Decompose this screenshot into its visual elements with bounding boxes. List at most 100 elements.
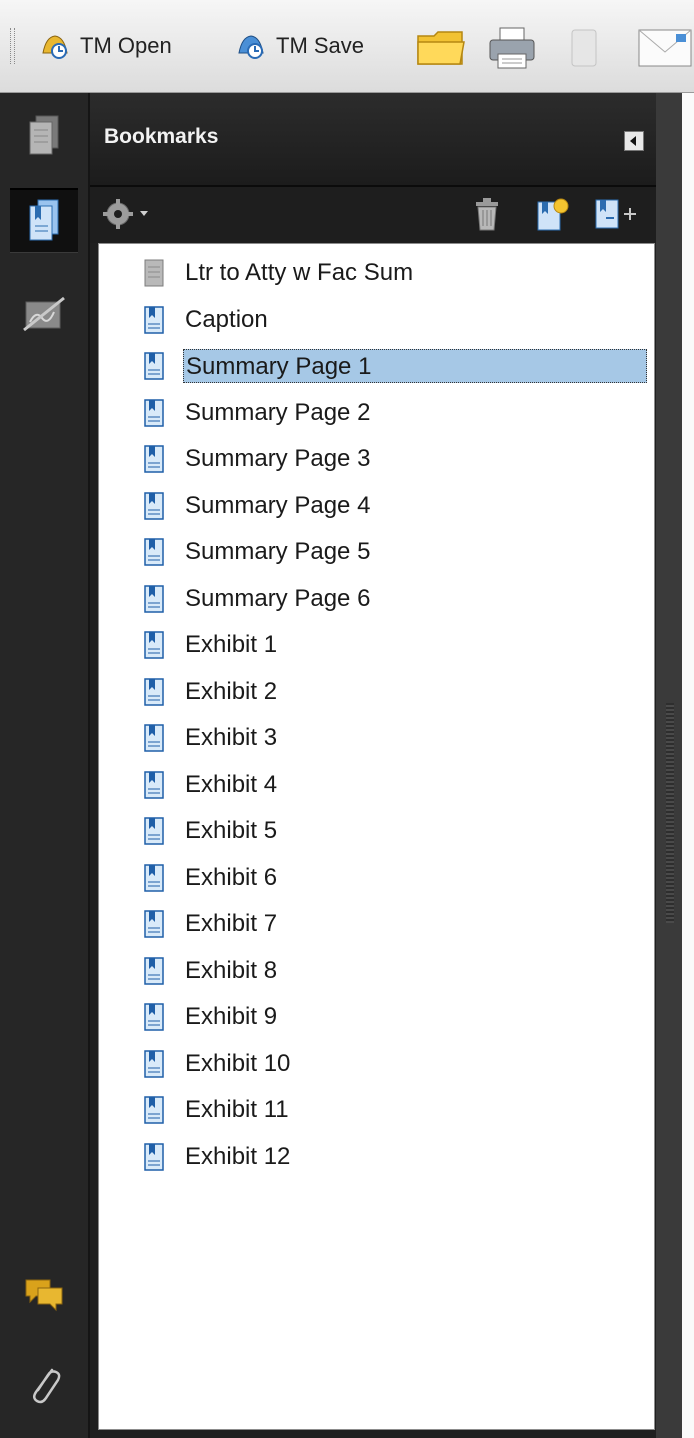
bookmark-item[interactable]: Exhibit 9 [99,994,654,1040]
tm-open-button[interactable]: TM Open [40,26,172,66]
bookmark-item[interactable]: Caption [99,297,654,343]
bookmark-label: Exhibit 5 [185,817,278,844]
open-folder-icon[interactable] [416,26,466,70]
bookmark-icon [144,1142,164,1171]
bookmark-tree[interactable]: Ltr to Atty w Fac Sum Caption Summary Page… [98,243,655,1430]
comments-button[interactable] [10,1263,78,1325]
bookmark-icon [144,491,164,520]
new-bookmark-button[interactable] [534,195,570,233]
toolbar-grip[interactable] [10,28,15,64]
panel-splitter[interactable] [666,703,674,923]
disabled-tool-icon[interactable] [566,26,602,70]
bookmark-icon [144,863,164,892]
document-view[interactable] [656,93,694,1438]
bookmarks-tab-button[interactable] [10,188,78,253]
bookmark-label: Exhibit 6 [185,863,278,891]
options-menu-button[interactable] [102,195,152,233]
bookmark-label: Exhibit 3 [185,724,278,751]
bookmark-icon [144,445,164,473]
bookmark-item[interactable]: Exhibit 12 [99,1134,654,1180]
bookmark-item[interactable]: Summary Page 1 [99,343,654,389]
bookmark-label: Ltr to Atty w Fac Sum [185,259,414,286]
tm-open-icon [42,35,68,59]
bookmark-label: Exhibit 7 [185,910,278,937]
print-icon[interactable] [486,26,538,70]
bookmark-icon [144,538,164,566]
bookmark-label: Caption [185,305,268,333]
bookmark-icon [144,1049,164,1078]
bookmark-item[interactable]: Summary Page 6 [99,576,654,622]
bookmark-item[interactable]: Ltr to Atty w Fac Sum [99,250,654,296]
bookmark-item[interactable]: Exhibit 5 [99,808,654,854]
page-thumbnails-icon [29,115,59,155]
bookmark-item[interactable]: Exhibit 2 [99,669,654,715]
bookmark-icon [144,956,164,985]
page-gray-icon [144,259,164,287]
tm-save-icon [238,35,264,59]
page-thumbnails-button[interactable] [10,105,78,167]
bookmark-item[interactable]: Summary Page 2 [99,390,654,436]
bookmark-label: Exhibit 9 [185,1003,278,1030]
paperclip-icon [33,1368,61,1404]
panel-header: Bookmarks [90,93,656,187]
bookmark-icon [144,1096,164,1124]
bookmark-item[interactable]: Exhibit 7 [99,901,654,947]
signature-icon [23,296,65,332]
bookmark-label: Summary Page 4 [185,491,371,519]
bookmark-label: Summary Page 1 [183,349,647,383]
main-toolbar: TM Open TM Save [0,0,694,93]
bookmarks-panel: Bookmarks Ltr to Atty w Fac Sum Caption … [90,93,656,1438]
bookmark-item[interactable]: Summary Page 5 [99,529,654,575]
bookmark-icon [144,817,164,845]
bookmark-icon [144,584,164,613]
bookmark-icon [144,677,164,706]
bookmark-item[interactable]: Exhibit 8 [99,948,654,994]
bookmark-label: Summary Page 6 [185,584,371,612]
bookmark-icon [144,398,164,427]
bookmark-icon [144,724,164,752]
bookmark-label: Summary Page 5 [185,538,371,565]
bookmark-label: Summary Page 2 [185,398,371,426]
trash-icon [476,198,498,231]
bookmark-label: Exhibit 2 [185,677,278,705]
tm-open-label: TM Open [80,33,172,58]
bookmarks-icon [29,199,59,241]
bookmark-label: Exhibit 8 [185,956,278,984]
bookmark-item[interactable]: Summary Page 4 [99,483,654,529]
bookmark-icon [144,770,164,799]
bookmarks-toolbar [90,187,656,243]
bookmark-label: Exhibit 12 [185,1142,291,1170]
bookmark-label: Exhibit 4 [185,770,278,798]
bookmark-label: Summary Page 3 [185,445,371,472]
bookmark-item[interactable]: Exhibit 10 [99,1041,654,1087]
bookmark-add-icon [595,199,636,229]
bookmark-icon [144,1003,164,1031]
tm-save-label: TM Save [276,33,365,58]
bookmark-item[interactable]: Exhibit 1 [99,622,654,668]
delete-bookmark-button[interactable] [472,195,502,233]
bookmark-icon [144,352,164,380]
panel-title: Bookmarks [104,125,219,148]
gear-icon [103,199,148,229]
collapse-panel-button[interactable] [624,131,644,151]
bookmark-label: Exhibit 1 [185,631,278,658]
bookmark-item[interactable]: Exhibit 3 [99,715,654,761]
document-page[interactable] [682,93,694,1438]
attachments-button[interactable] [10,1353,78,1415]
bookmark-icon [144,631,164,659]
bookmark-item[interactable]: Summary Page 3 [99,436,654,482]
new-bookmark-icon [537,198,569,231]
comments-icon [25,1279,63,1312]
bookmark-item[interactable]: Exhibit 6 [99,855,654,901]
bookmark-item[interactable]: Exhibit 4 [99,762,654,808]
expand-bookmark-button[interactable] [592,195,642,233]
tm-save-button[interactable]: TM Save [236,26,364,66]
chevron-down-icon [140,211,148,216]
bookmark-label: Exhibit 10 [185,1049,291,1077]
navigation-rail [0,93,90,1438]
signatures-button[interactable] [10,283,78,345]
email-icon[interactable] [636,24,694,72]
bookmark-icon [144,910,164,938]
bookmark-label: Exhibit 11 [185,1096,289,1123]
bookmark-item[interactable]: Exhibit 11 [99,1087,654,1133]
